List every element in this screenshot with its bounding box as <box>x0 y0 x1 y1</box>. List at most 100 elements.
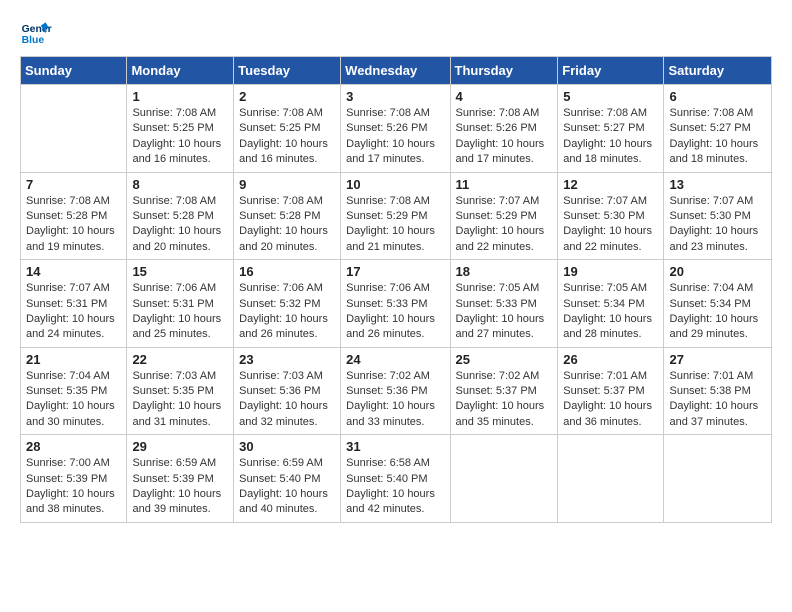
calendar-cell <box>450 435 558 523</box>
calendar-cell: 2Sunrise: 7:08 AMSunset: 5:25 PMDaylight… <box>234 85 341 173</box>
calendar-cell: 31 Sunrise: 6:58 AMSunset: 5:40 PMDayligh… <box>341 435 450 523</box>
day-number: 16 <box>239 264 335 279</box>
day-info: Sunrise: 7:04 AMSunset: 5:34 PMDaylight:… <box>669 281 766 343</box>
week-row-4: 21Sunrise: 7:04 AMSunset: 5:35 PMDayligh… <box>21 347 772 435</box>
day-number: 23 <box>239 352 335 367</box>
day-number: 15 <box>132 264 228 279</box>
day-header-sunday: Sunday <box>21 57 127 85</box>
day-info: Sunrise: 7:08 AMSunset: 5:26 PMDaylight:… <box>346 106 444 168</box>
day-number: 6 <box>669 89 766 104</box>
day-number: 4 <box>456 89 553 104</box>
day-info: Sunrise: 7:06 AMSunset: 5:32 PMDaylight:… <box>239 281 335 343</box>
calendar-cell: 20 Sunrise: 7:04 AMSunset: 5:34 PMDayligh… <box>664 260 772 348</box>
calendar-cell: 8 Sunrise: 7:08 AMSunset: 5:28 PMDaylight… <box>127 172 234 260</box>
day-header-tuesday: Tuesday <box>234 57 341 85</box>
day-number: 27 <box>669 352 766 367</box>
day-number: 7 <box>26 177 121 192</box>
day-info: Sunrise: 7:08 AMSunset: 5:27 PMDaylight:… <box>669 106 766 168</box>
day-info: Sunrise: 7:07 AMSunset: 5:30 PMDaylight:… <box>563 194 658 256</box>
svg-text:Blue: Blue <box>22 35 45 46</box>
calendar-cell: 29Sunrise: 6:59 AMSunset: 5:39 PMDayligh… <box>127 435 234 523</box>
day-number: 17 <box>346 264 444 279</box>
day-number: 25 <box>456 352 553 367</box>
calendar-cell: 25 Sunrise: 7:02 AMSunset: 5:37 PMDayligh… <box>450 347 558 435</box>
week-row-3: 14Sunrise: 7:07 AMSunset: 5:31 PMDayligh… <box>21 260 772 348</box>
logo: General Blue <box>20 16 52 48</box>
day-info: Sunrise: 7:02 AMSunset: 5:37 PMDaylight:… <box>456 369 553 431</box>
day-number: 10 <box>346 177 444 192</box>
day-info: Sunrise: 7:07 AMSunset: 5:29 PMDaylight:… <box>456 194 553 256</box>
calendar-table: SundayMondayTuesdayWednesdayThursdayFrid… <box>20 56 772 523</box>
calendar-cell: 17 Sunrise: 7:06 AMSunset: 5:33 PMDayligh… <box>341 260 450 348</box>
calendar-cell: 22 Sunrise: 7:03 AMSunset: 5:35 PMDayligh… <box>127 347 234 435</box>
day-info: Sunrise: 7:08 AMSunset: 5:28 PMDaylight:… <box>26 194 121 256</box>
day-info: Sunrise: 7:06 AMSunset: 5:31 PMDaylight:… <box>132 281 228 343</box>
calendar-cell: 3 Sunrise: 7:08 AMSunset: 5:26 PMDaylight… <box>341 85 450 173</box>
day-number: 24 <box>346 352 444 367</box>
day-number: 21 <box>26 352 121 367</box>
day-number: 20 <box>669 264 766 279</box>
day-info: Sunrise: 7:05 AMSunset: 5:34 PMDaylight:… <box>563 281 658 343</box>
day-info: Sunrise: 7:02 AMSunset: 5:36 PMDaylight:… <box>346 369 444 431</box>
day-info: Sunrise: 7:08 AMSunset: 5:26 PMDaylight:… <box>456 106 553 168</box>
day-number: 28 <box>26 439 121 454</box>
day-info: Sunrise: 7:08 AMSunset: 5:27 PMDaylight:… <box>563 106 658 168</box>
calendar-cell <box>558 435 664 523</box>
week-row-2: 7 Sunrise: 7:08 AMSunset: 5:28 PMDaylight… <box>21 172 772 260</box>
page-header: General Blue <box>20 16 772 48</box>
calendar-cell: 27Sunrise: 7:01 AMSunset: 5:38 PMDayligh… <box>664 347 772 435</box>
day-number: 22 <box>132 352 228 367</box>
day-number: 2 <box>239 89 335 104</box>
calendar-cell: 16 Sunrise: 7:06 AMSunset: 5:32 PMDayligh… <box>234 260 341 348</box>
day-header-wednesday: Wednesday <box>341 57 450 85</box>
logo-icon: General Blue <box>20 16 52 48</box>
day-number: 9 <box>239 177 335 192</box>
day-number: 11 <box>456 177 553 192</box>
calendar-cell: 30 Sunrise: 6:59 AMSunset: 5:40 PMDayligh… <box>234 435 341 523</box>
day-number: 12 <box>563 177 658 192</box>
calendar-cell: 13Sunrise: 7:07 AMSunset: 5:30 PMDayligh… <box>664 172 772 260</box>
day-header-thursday: Thursday <box>450 57 558 85</box>
day-info: Sunrise: 7:05 AMSunset: 5:33 PMDaylight:… <box>456 281 553 343</box>
week-row-5: 28 Sunrise: 7:00 AMSunset: 5:39 PMDayligh… <box>21 435 772 523</box>
calendar-cell: 1Sunrise: 7:08 AMSunset: 5:25 PMDaylight… <box>127 85 234 173</box>
calendar-cell: 26Sunrise: 7:01 AMSunset: 5:37 PMDayligh… <box>558 347 664 435</box>
day-number: 3 <box>346 89 444 104</box>
calendar-cell: 6 Sunrise: 7:08 AMSunset: 5:27 PMDaylight… <box>664 85 772 173</box>
calendar-cell: 23 Sunrise: 7:03 AMSunset: 5:36 PMDayligh… <box>234 347 341 435</box>
day-info: Sunrise: 6:59 AMSunset: 5:40 PMDaylight:… <box>239 456 335 518</box>
calendar-cell: 12 Sunrise: 7:07 AMSunset: 5:30 PMDayligh… <box>558 172 664 260</box>
day-info: Sunrise: 7:07 AMSunset: 5:31 PMDaylight:… <box>26 281 121 343</box>
calendar-cell: 24 Sunrise: 7:02 AMSunset: 5:36 PMDayligh… <box>341 347 450 435</box>
day-number: 5 <box>563 89 658 104</box>
day-header-friday: Friday <box>558 57 664 85</box>
week-row-1: 1Sunrise: 7:08 AMSunset: 5:25 PMDaylight… <box>21 85 772 173</box>
day-number: 19 <box>563 264 658 279</box>
calendar-cell <box>21 85 127 173</box>
day-info: Sunrise: 7:03 AMSunset: 5:36 PMDaylight:… <box>239 369 335 431</box>
day-header-monday: Monday <box>127 57 234 85</box>
calendar-cell: 11 Sunrise: 7:07 AMSunset: 5:29 PMDayligh… <box>450 172 558 260</box>
day-info: Sunrise: 6:58 AMSunset: 5:40 PMDaylight:… <box>346 456 444 518</box>
day-number: 30 <box>239 439 335 454</box>
day-info: Sunrise: 7:08 AMSunset: 5:28 PMDaylight:… <box>132 194 228 256</box>
calendar-cell: 14Sunrise: 7:07 AMSunset: 5:31 PMDayligh… <box>21 260 127 348</box>
day-number: 31 <box>346 439 444 454</box>
day-info: Sunrise: 7:00 AMSunset: 5:39 PMDaylight:… <box>26 456 121 518</box>
calendar-cell: 15 Sunrise: 7:06 AMSunset: 5:31 PMDayligh… <box>127 260 234 348</box>
calendar-cell: 9 Sunrise: 7:08 AMSunset: 5:28 PMDaylight… <box>234 172 341 260</box>
calendar-cell: 28 Sunrise: 7:00 AMSunset: 5:39 PMDayligh… <box>21 435 127 523</box>
calendar-cell: 19 Sunrise: 7:05 AMSunset: 5:34 PMDayligh… <box>558 260 664 348</box>
calendar-cell: 7 Sunrise: 7:08 AMSunset: 5:28 PMDaylight… <box>21 172 127 260</box>
day-info: Sunrise: 7:06 AMSunset: 5:33 PMDaylight:… <box>346 281 444 343</box>
day-info: Sunrise: 7:08 AMSunset: 5:28 PMDaylight:… <box>239 194 335 256</box>
calendar-cell: 4 Sunrise: 7:08 AMSunset: 5:26 PMDaylight… <box>450 85 558 173</box>
calendar-cell: 10Sunrise: 7:08 AMSunset: 5:29 PMDayligh… <box>341 172 450 260</box>
day-info: Sunrise: 6:59 AMSunset: 5:39 PMDaylight:… <box>132 456 228 518</box>
day-info: Sunrise: 7:08 AMSunset: 5:25 PMDaylight:… <box>132 106 228 168</box>
day-number: 8 <box>132 177 228 192</box>
day-info: Sunrise: 7:07 AMSunset: 5:30 PMDaylight:… <box>669 194 766 256</box>
day-number: 26 <box>563 352 658 367</box>
calendar-cell: 21Sunrise: 7:04 AMSunset: 5:35 PMDayligh… <box>21 347 127 435</box>
day-info: Sunrise: 7:03 AMSunset: 5:35 PMDaylight:… <box>132 369 228 431</box>
